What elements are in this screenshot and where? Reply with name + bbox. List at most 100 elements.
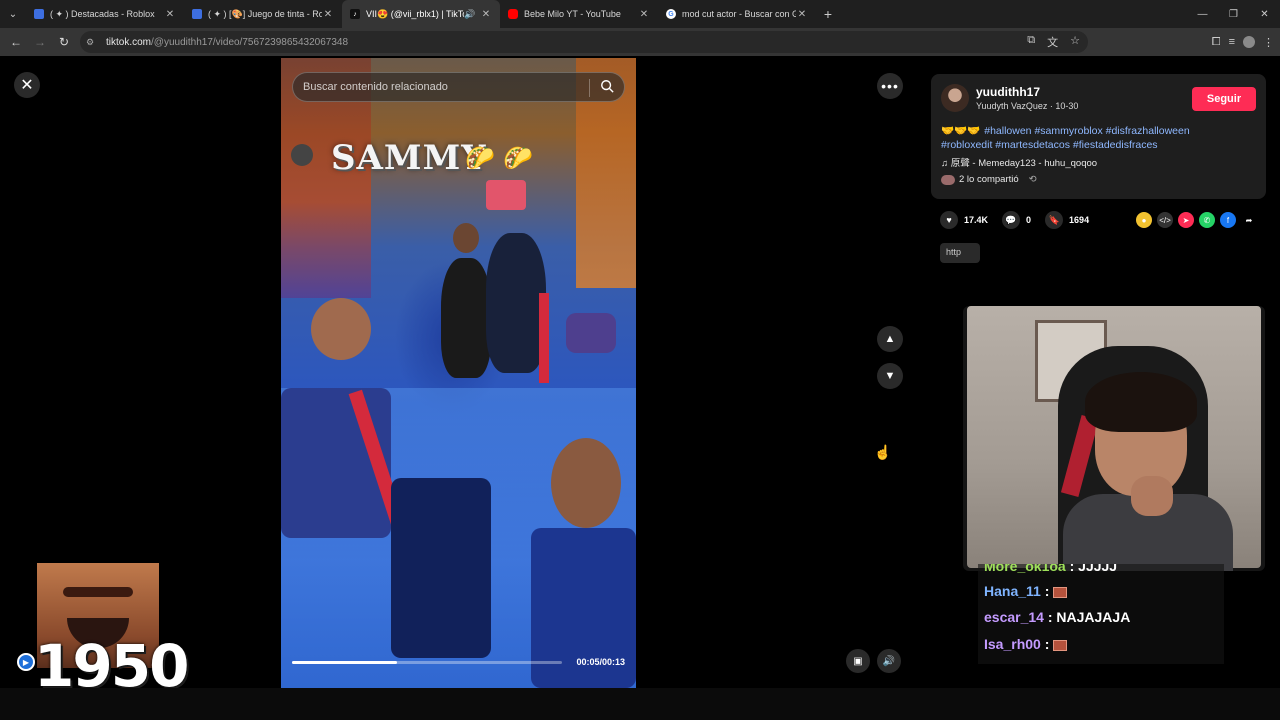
share-arrow-icon[interactable]: ➦ (1241, 212, 1257, 228)
comment-button[interactable]: 💬 0 (1002, 211, 1031, 229)
menu-icon[interactable]: ⋮ (1263, 36, 1274, 49)
follow-button[interactable]: Seguir (1192, 87, 1256, 111)
restore-icon[interactable]: ❐ (1218, 0, 1249, 28)
minimize-icon[interactable]: — (1187, 0, 1218, 28)
post-info-card: yuudithh17 Yuudyth VazQuez · 10-30 Segui… (931, 74, 1266, 199)
video-figure (453, 223, 479, 253)
reload-icon[interactable]: ↻ (52, 30, 76, 54)
caption-hashtags-1[interactable]: #hallowen #sammyroblox #disfrazhalloween (984, 125, 1189, 137)
browser-toolbar: ← → ↻ ⚙ tiktok.com/@yuudithh17/video/756… (0, 28, 1280, 56)
back-icon[interactable]: ← (4, 30, 28, 54)
reaction-eyes (63, 587, 133, 597)
bookmark-icon: 🔖 (1045, 211, 1064, 229)
caption-hashtags-2[interactable]: #robloxedit #martesdetacos #fiestadedisf… (941, 139, 1158, 151)
bottom-bar (0, 688, 1280, 720)
avatar[interactable] (941, 84, 969, 112)
related-search-input[interactable]: Buscar contenido relacionado (292, 72, 625, 102)
comment-count: 0 (1026, 215, 1032, 225)
chat-message: Isa_rh00 : (984, 636, 1068, 652)
streamer-hair (1085, 372, 1197, 432)
tab-close-icon[interactable]: ✕ (322, 9, 334, 20)
shared-avatars (941, 174, 955, 185)
chat-user: Isa_rh00 (984, 636, 1041, 652)
chat-message: Hana_11 : (984, 583, 1068, 599)
tab-google[interactable]: G mod cut actor - Buscar con Google ✕ (658, 0, 816, 28)
url-host: tiktok.com (106, 36, 152, 48)
stream-chat: More_ok1oa : JJJJJ Hana_11 : escar_14 : … (978, 564, 1224, 664)
like-button[interactable]: ♥ 17.4K (940, 211, 988, 229)
hand-cursor-icon: ☝ (874, 444, 892, 460)
video-progress-bar[interactable] (292, 661, 562, 664)
whatsapp-icon[interactable]: ✆ (1199, 212, 1215, 228)
video-figure (441, 258, 491, 378)
taco-emoji-icon: 🌮 (465, 145, 495, 172)
next-video-icon[interactable]: ▼ (877, 363, 903, 389)
copy-link-field[interactable]: http (940, 243, 980, 263)
save-button[interactable]: 🔖 1694 (1045, 211, 1089, 229)
video-time: 00:05/00:13 (576, 657, 625, 667)
post-caption: 🤝🤝🤝 #hallowen #sammyroblox #disfrazhallow… (941, 124, 1231, 152)
share-buttons: ● </> ➤ ✆ f ➦ (1136, 212, 1257, 228)
search-icon[interactable] (600, 79, 614, 93)
media-control-icon[interactable]: ≡ (1229, 36, 1235, 48)
video-figure (486, 233, 546, 373)
embed-icon[interactable]: </> (1157, 212, 1173, 228)
repost-icon: ⟲ (1028, 174, 1037, 185)
like-count: 17.4K (964, 215, 989, 225)
previous-video-icon[interactable]: ▲ (877, 326, 903, 352)
search-divider (589, 79, 590, 97)
streamer-hand (1131, 476, 1173, 516)
close-window-icon[interactable]: ✕ (1249, 0, 1280, 28)
shared-label: 2 lo compartió (959, 174, 1019, 185)
send-icon[interactable]: ➤ (1178, 212, 1194, 228)
tab-title: ( ✦ ) Destacadas - Roblox (50, 8, 155, 19)
video-player[interactable]: Buscar contenido relacionado SAMMY 🌮 🌮 0… (281, 58, 636, 688)
video-progress-fill (292, 661, 398, 664)
coin-icon[interactable]: ● (1136, 212, 1152, 228)
more-options-icon[interactable]: ••• (877, 73, 903, 99)
author-username[interactable]: yuudithh17 (976, 85, 1040, 99)
tab-search-icon[interactable]: ⌄ (0, 0, 26, 28)
brick-emote-icon (1053, 639, 1068, 651)
tab-close-icon[interactable]: ✕ (638, 9, 650, 20)
tab-roblox-tinta[interactable]: ( ✦ ) [🎨] Juego de tinta - Roblox ✕ (184, 0, 342, 28)
picture-in-picture-icon[interactable]: ▣ (846, 649, 870, 673)
chat-text: NAJAJAJA (1056, 609, 1131, 625)
video-figure (539, 293, 549, 383)
tab-youtube[interactable]: Bebe Milo YT - YouTube ✕ (500, 0, 658, 28)
tab-close-icon[interactable]: ✕ (164, 9, 176, 20)
install-app-icon[interactable]: ⧉ (1027, 34, 1035, 50)
volume-icon[interactable]: 🔊 (877, 649, 901, 673)
chat-user: Hana_11 (984, 583, 1041, 599)
shared-by[interactable]: 2 lo compartió ⟲ (941, 174, 1037, 185)
music-link[interactable]: ♫ 原聲 - Memeday123 - huhu_qoqoo (941, 155, 1097, 169)
tab-close-icon[interactable]: ✕ (480, 9, 492, 20)
tab-title: VII😍 (@vii_rblx1) | TikTok (366, 8, 464, 19)
chat-sep: : (1040, 583, 1054, 599)
tab-roblox-destacadas[interactable]: ( ✦ ) Destacadas - Roblox ✕ (26, 0, 184, 28)
address-bar[interactable]: ⚙ tiktok.com/@yuudithh17/video/756723986… (80, 31, 1088, 53)
site-info-icon[interactable]: ⚙ (86, 37, 100, 48)
close-video-icon[interactable]: ✕ (14, 72, 40, 98)
save-count: 1694 (1069, 215, 1090, 225)
extensions-icon[interactable]: ⧠ (1212, 36, 1221, 49)
chat-message: escar_14 : NAJAJAJA (984, 609, 1130, 625)
video-overlay-text: SAMMY (331, 138, 487, 178)
tab-tiktok[interactable]: ♪ VII😍 (@vii_rblx1) | TikTok 🔊 ✕ (342, 0, 500, 28)
chat-user: escar_14 (984, 609, 1044, 625)
translate-icon[interactable]: 文 (1047, 34, 1058, 50)
new-tab-icon[interactable]: + (816, 6, 840, 22)
bookmark-star-icon[interactable]: ☆ (1070, 34, 1080, 50)
video-figure (486, 180, 526, 210)
tiktok-page: ✕ Buscar contenido relacionado SAMMY 🌮 🌮… (0, 56, 1280, 688)
window-controls: — ❐ ✕ (1187, 0, 1280, 28)
facebook-icon[interactable]: f (1220, 212, 1236, 228)
stream-logo-icon: ▶ (17, 653, 35, 671)
forward-icon[interactable]: → (28, 30, 52, 54)
profile-avatar[interactable] (1243, 36, 1255, 48)
tab-audio-icon[interactable]: 🔊 (464, 9, 476, 20)
youtube-favicon-icon (508, 9, 518, 19)
search-placeholder: Buscar contenido relacionado (303, 81, 448, 93)
tab-title: mod cut actor - Buscar con Google (682, 9, 796, 19)
tab-close-icon[interactable]: ✕ (796, 9, 808, 20)
